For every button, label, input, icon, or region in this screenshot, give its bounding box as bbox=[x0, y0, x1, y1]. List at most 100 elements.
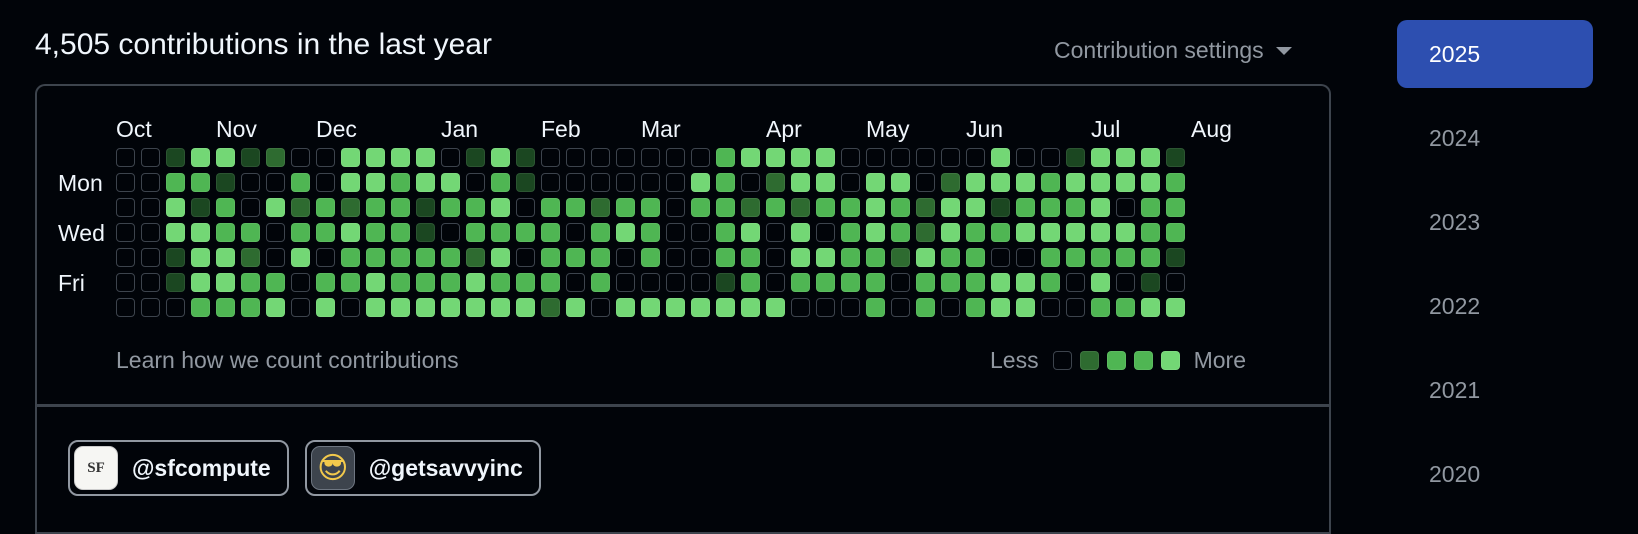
contribution-day-cell[interactable] bbox=[416, 273, 435, 292]
contribution-day-cell[interactable] bbox=[316, 273, 335, 292]
contribution-day-cell[interactable] bbox=[916, 173, 935, 192]
contribution-day-cell[interactable] bbox=[266, 148, 285, 167]
contribution-day-cell[interactable] bbox=[1066, 148, 1085, 167]
contribution-day-cell[interactable] bbox=[266, 173, 285, 192]
contribution-day-cell[interactable] bbox=[366, 198, 385, 217]
contribution-day-cell[interactable] bbox=[541, 248, 560, 267]
contribution-day-cell[interactable] bbox=[966, 173, 985, 192]
contribution-day-cell[interactable] bbox=[966, 198, 985, 217]
contribution-day-cell[interactable] bbox=[766, 298, 785, 317]
contribution-day-cell[interactable] bbox=[916, 148, 935, 167]
contribution-day-cell[interactable] bbox=[841, 148, 860, 167]
contribution-day-cell[interactable] bbox=[316, 298, 335, 317]
contribution-day-cell[interactable] bbox=[441, 148, 460, 167]
contribution-day-cell[interactable] bbox=[116, 173, 135, 192]
contribution-day-cell[interactable] bbox=[291, 173, 310, 192]
contribution-day-cell[interactable] bbox=[341, 198, 360, 217]
contribution-day-cell[interactable] bbox=[641, 173, 660, 192]
contribution-day-cell[interactable] bbox=[291, 198, 310, 217]
contribution-day-cell[interactable] bbox=[541, 148, 560, 167]
contribution-day-cell[interactable] bbox=[366, 248, 385, 267]
contribution-day-cell[interactable] bbox=[691, 148, 710, 167]
contribution-day-cell[interactable] bbox=[716, 298, 735, 317]
contribution-day-cell[interactable] bbox=[616, 173, 635, 192]
year-link-2021[interactable]: 2021 bbox=[1397, 356, 1593, 424]
contribution-day-cell[interactable] bbox=[566, 223, 585, 242]
contribution-day-cell[interactable] bbox=[616, 223, 635, 242]
contribution-day-cell[interactable] bbox=[791, 223, 810, 242]
contribution-day-cell[interactable] bbox=[316, 248, 335, 267]
contribution-day-cell[interactable] bbox=[891, 148, 910, 167]
year-link-2024[interactable]: 2024 bbox=[1397, 104, 1593, 172]
contribution-day-cell[interactable] bbox=[191, 223, 210, 242]
contribution-day-cell[interactable] bbox=[841, 173, 860, 192]
contribution-day-cell[interactable] bbox=[816, 273, 835, 292]
contribution-day-cell[interactable] bbox=[391, 148, 410, 167]
contribution-day-cell[interactable] bbox=[916, 298, 935, 317]
contribution-day-cell[interactable] bbox=[516, 298, 535, 317]
contribution-day-cell[interactable] bbox=[1091, 198, 1110, 217]
contribution-day-cell[interactable] bbox=[191, 298, 210, 317]
contribution-day-cell[interactable] bbox=[491, 223, 510, 242]
contribution-day-cell[interactable] bbox=[1066, 298, 1085, 317]
contribution-day-cell[interactable] bbox=[241, 298, 260, 317]
contribution-day-cell[interactable] bbox=[766, 198, 785, 217]
contribution-day-cell[interactable] bbox=[1141, 273, 1160, 292]
contribution-day-cell[interactable] bbox=[316, 173, 335, 192]
contribution-day-cell[interactable] bbox=[1166, 273, 1185, 292]
contribution-day-cell[interactable] bbox=[791, 148, 810, 167]
contribution-day-cell[interactable] bbox=[691, 273, 710, 292]
contribution-day-cell[interactable] bbox=[591, 298, 610, 317]
contribution-day-cell[interactable] bbox=[941, 198, 960, 217]
contribution-day-cell[interactable] bbox=[841, 223, 860, 242]
contribution-day-cell[interactable] bbox=[1141, 198, 1160, 217]
contribution-day-cell[interactable] bbox=[1166, 148, 1185, 167]
contribution-day-cell[interactable] bbox=[466, 248, 485, 267]
contribution-day-cell[interactable] bbox=[991, 248, 1010, 267]
contribution-day-cell[interactable] bbox=[1041, 223, 1060, 242]
contribution-day-cell[interactable] bbox=[1166, 173, 1185, 192]
contribution-day-cell[interactable] bbox=[666, 198, 685, 217]
contribution-day-cell[interactable] bbox=[541, 273, 560, 292]
contribution-day-cell[interactable] bbox=[566, 298, 585, 317]
contribution-day-cell[interactable] bbox=[491, 173, 510, 192]
contribution-day-cell[interactable] bbox=[391, 298, 410, 317]
contribution-day-cell[interactable] bbox=[941, 248, 960, 267]
contribution-day-cell[interactable] bbox=[441, 248, 460, 267]
contribution-day-cell[interactable] bbox=[916, 223, 935, 242]
contribution-day-cell[interactable] bbox=[341, 173, 360, 192]
contribution-day-cell[interactable] bbox=[116, 148, 135, 167]
contribution-day-cell[interactable] bbox=[141, 173, 160, 192]
contribution-day-cell[interactable] bbox=[766, 273, 785, 292]
contribution-day-cell[interactable] bbox=[1066, 173, 1085, 192]
contribution-day-cell[interactable] bbox=[916, 273, 935, 292]
contribution-day-cell[interactable] bbox=[691, 173, 710, 192]
contribution-day-cell[interactable] bbox=[766, 148, 785, 167]
contribution-day-cell[interactable] bbox=[1066, 248, 1085, 267]
contribution-day-cell[interactable] bbox=[366, 173, 385, 192]
contribution-day-cell[interactable] bbox=[791, 248, 810, 267]
contribution-day-cell[interactable] bbox=[991, 173, 1010, 192]
contribution-day-cell[interactable] bbox=[816, 248, 835, 267]
contribution-day-cell[interactable] bbox=[191, 173, 210, 192]
contribution-day-cell[interactable] bbox=[216, 223, 235, 242]
org-sfcompute[interactable]: SF @sfcompute bbox=[68, 440, 289, 496]
contribution-day-cell[interactable] bbox=[891, 298, 910, 317]
contribution-day-cell[interactable] bbox=[441, 298, 460, 317]
contribution-day-cell[interactable] bbox=[1016, 248, 1035, 267]
contribution-day-cell[interactable] bbox=[216, 148, 235, 167]
contribution-day-cell[interactable] bbox=[416, 148, 435, 167]
contribution-day-cell[interactable] bbox=[541, 198, 560, 217]
contribution-day-cell[interactable] bbox=[591, 223, 610, 242]
contribution-day-cell[interactable] bbox=[891, 248, 910, 267]
contribution-settings-dropdown[interactable]: Contribution settings bbox=[1054, 32, 1292, 68]
contribution-day-cell[interactable] bbox=[366, 223, 385, 242]
contribution-day-cell[interactable] bbox=[966, 148, 985, 167]
contribution-day-cell[interactable] bbox=[1041, 298, 1060, 317]
contribution-day-cell[interactable] bbox=[516, 273, 535, 292]
contribution-day-cell[interactable] bbox=[916, 198, 935, 217]
contribution-day-cell[interactable] bbox=[516, 148, 535, 167]
contribution-day-cell[interactable] bbox=[916, 248, 935, 267]
contribution-day-cell[interactable] bbox=[541, 298, 560, 317]
contribution-day-cell[interactable] bbox=[516, 173, 535, 192]
